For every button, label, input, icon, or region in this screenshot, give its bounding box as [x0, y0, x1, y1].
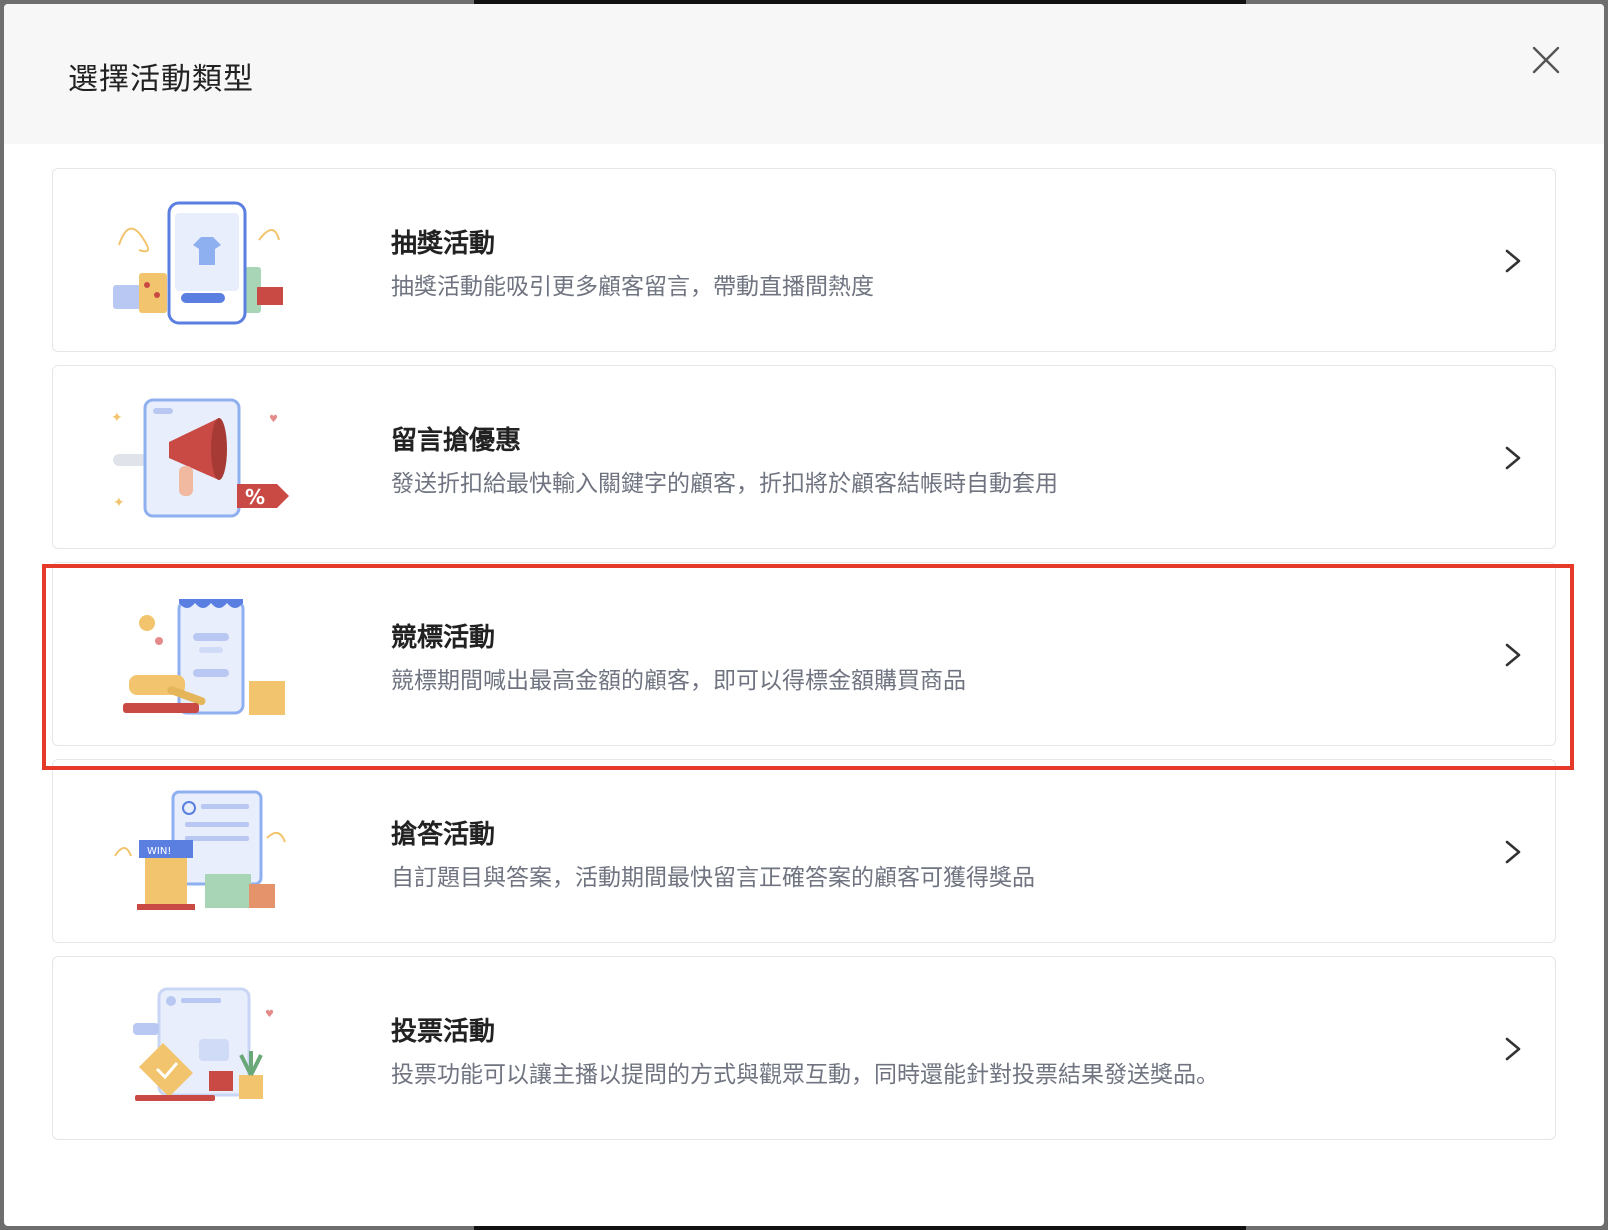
chevron-right-icon [1505, 249, 1521, 273]
auction-gavel-illustration [123, 599, 285, 715]
activity-card-quiz[interactable]: WIN! 搶答活動 自訂題目與答案，活動期間最快留言正確答案的顧客可獲得獎品 [52, 759, 1556, 943]
chevron-right-icon [1505, 840, 1521, 864]
activity-title: 競標活動 [391, 623, 496, 653]
svg-text:✦: ✦ [111, 410, 123, 426]
activity-card-comment-deal[interactable]: ✦ ✦ % ♥ 留言搶優惠 發送折扣給最快輸入關鍵字的顧客，折扣將於顧客結帳時自… [52, 365, 1556, 549]
activity-title: 留言搶優惠 [391, 426, 522, 456]
activity-title: 搶答活動 [391, 820, 496, 850]
svg-text:♥: ♥ [265, 1009, 274, 1020]
vote-ballot-illustration: ♥ [133, 987, 274, 1101]
svg-text:WIN!: WIN! [147, 846, 171, 857]
activity-description: 抽獎活動能吸引更多顧客留言，帶動直播間熱度 [391, 274, 874, 300]
activity-card-vote[interactable]: ♥ 投票活動 投票功能可以讓主播以提問的方式與觀眾互動，同時還能針對投票結果發送… [52, 956, 1556, 1140]
activity-title: 抽獎活動 [391, 229, 496, 259]
megaphone-discount-illustration: ✦ ✦ % ♥ [111, 398, 289, 518]
activity-type-modal: 選擇活動類型 抽獎活動 抽獎活動能吸引更多顧客留言，帶動直播間熱度 ✦ ✦ % … [4, 4, 1604, 1226]
modal-title: 選擇活動類型 [68, 62, 254, 97]
chevron-right-icon [1505, 446, 1521, 470]
quiz-podium-illustration: WIN! [114, 790, 286, 910]
activity-description: 自訂題目與答案，活動期間最快留言正確答案的顧客可獲得獎品 [391, 865, 1035, 891]
lottery-illustration [113, 201, 283, 325]
activity-card-auction[interactable]: 競標活動 競標期間喊出最高金額的顧客，即可以得標金額購買商品 [52, 562, 1556, 746]
modal-header: 選擇活動類型 [4, 4, 1604, 144]
svg-text:♥: ♥ [269, 414, 278, 425]
svg-text:✦: ✦ [113, 495, 125, 511]
chevron-right-icon [1505, 1037, 1521, 1061]
svg-text:%: % [245, 485, 265, 509]
close-icon[interactable] [1528, 42, 1564, 78]
activity-card-lottery[interactable]: 抽獎活動 抽獎活動能吸引更多顧客留言，帶動直播間熱度 [52, 168, 1556, 352]
activity-title: 投票活動 [391, 1017, 496, 1047]
activity-description: 發送折扣給最快輸入關鍵字的顧客，折扣將於顧客結帳時自動套用 [391, 471, 1058, 497]
activity-description: 投票功能可以讓主播以提問的方式與觀眾互動，同時還能針對投票結果發送獎品。 [391, 1062, 1219, 1088]
chevron-right-icon [1505, 643, 1521, 667]
activity-description: 競標期間喊出最高金額的顧客，即可以得標金額購買商品 [391, 668, 966, 694]
